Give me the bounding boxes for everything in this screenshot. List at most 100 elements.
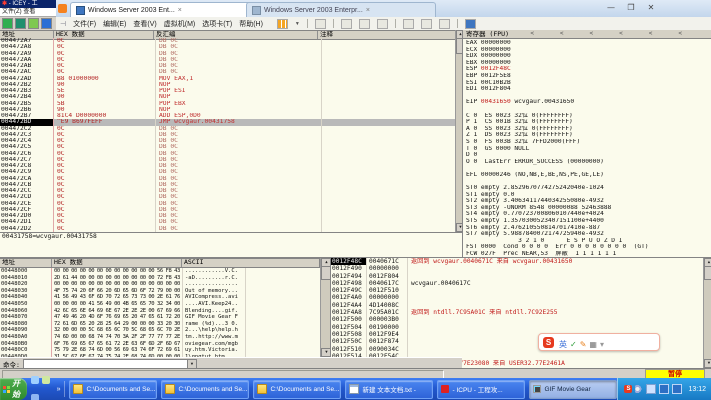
menu-item[interactable]: 编辑(E)	[103, 21, 126, 28]
register-line[interactable]: ST7 empty 5.9887840072174725940e-4932	[466, 231, 711, 238]
taskbar-button[interactable]: GIF Movie Gear	[529, 380, 617, 399]
register-line[interactable]: ESI 00C10B2B	[466, 80, 711, 87]
media-player-icon[interactable]	[31, 394, 39, 400]
register-line[interactable]	[466, 106, 711, 113]
minimize-icon[interactable]: —	[606, 3, 616, 12]
stack-row[interactable]: 0012F4A000000000	[331, 294, 711, 301]
register-line[interactable]	[466, 165, 711, 172]
command-input[interactable]: ▼	[23, 359, 197, 369]
register-line[interactable]: ST6 empty 2.4762105508147017410e-887	[466, 225, 711, 232]
fullscreen-icon[interactable]	[439, 19, 450, 29]
dump-row[interactable]: 004480B06F 76 69 65 67 65 61 72 2E 63 6F…	[0, 341, 320, 348]
stack-row[interactable]: 0012F49000000000	[331, 265, 711, 272]
register-line[interactable]	[466, 93, 711, 100]
dump-row[interactable]: 004480A074 6D 00 00 68 74 74 70 3A 2F 2F…	[0, 334, 320, 341]
stack-scrollbar[interactable]: ▲ ▼	[703, 258, 711, 368]
keyboard-icon[interactable]: ▦	[589, 340, 597, 349]
menu-item[interactable]: 帮助(H)	[239, 21, 263, 28]
stack-row[interactable]: 0012F50400190000	[331, 324, 711, 331]
chevron-down-icon[interactable]: ▼	[187, 360, 196, 368]
taskbar-button[interactable]: - ICPU - 工程攻...	[437, 380, 525, 399]
stack-row[interactable]: 0012F4940012F804	[331, 273, 711, 280]
dump-row[interactable]: 004480304F 75 74 20 6F 66 20 6D 65 6D 6F…	[0, 288, 320, 295]
dump-row[interactable]: 0044804041 56 49 43 6F 6D 70 72 65 73 73…	[0, 294, 320, 301]
network-icon[interactable]	[646, 384, 656, 394]
register-line[interactable]: ECX 00000000	[466, 47, 711, 54]
volume-icon[interactable]	[635, 385, 643, 393]
taskbar-button[interactable]: C:\Documents and Se...	[253, 380, 341, 399]
language-mode-icon[interactable]: 英	[559, 340, 567, 349]
stack-row[interactable]: 0012F4980040617Cwcvgaur.0040617C	[331, 280, 711, 287]
stack-row[interactable]: 0012F500000003B0	[331, 316, 711, 323]
expand-icon[interactable]: ▾	[600, 340, 604, 349]
register-line[interactable]: EDI 0012F804	[466, 86, 711, 93]
sogou-input-bar[interactable]: S 英✓✎▦▾	[538, 333, 660, 351]
check-icon[interactable]: ✓	[570, 340, 577, 349]
vm-tab-2[interactable]: Windows Server 2003 Enterpr... ×	[246, 2, 436, 18]
stack-row[interactable]: 0012F4A87C95A01C返回到 ntdll.7C95A01C 来自 nt…	[331, 309, 711, 316]
restore-icon[interactable]: ❐	[626, 3, 636, 12]
register-line[interactable]: C 0 ES 0023 32位 0(FFFFFFFF)	[466, 113, 711, 120]
dump-row[interactable]: 004480C075 79 2E 68 74 6D 00 56 69 63 74…	[0, 347, 320, 354]
register-line[interactable]: FST 0000 Cond 0 0 0 0 Err 0 0 0 0 0 0 0 …	[466, 244, 711, 251]
register-line[interactable]: EFL 00000246 (NO,NB,E,BE,NS,PE,GE,LE)	[466, 172, 711, 179]
pin-icon[interactable]: ⊣	[60, 20, 66, 28]
register-line[interactable]: S 0 FS 003B 32位 7FFD2000(FFF)	[466, 139, 711, 146]
close-icon[interactable]: ✕	[646, 3, 656, 12]
chevron-down-icon[interactable]: ▼	[295, 21, 300, 27]
disasm-row[interactable]: 004472D20CDB 0C	[0, 226, 455, 232]
register-line[interactable]: O 0 LastErr ERROR_SUCCESS (00000000)	[466, 159, 711, 166]
register-line[interactable]: ST5 empty 1.3570300523407151100e+4400	[466, 218, 711, 225]
register-line[interactable]: D 0	[466, 152, 711, 159]
show-desktop-icon[interactable]	[42, 376, 50, 384]
register-line[interactable]: EIP 00431650 wcvgaur.00431650	[466, 99, 711, 106]
register-line[interactable]: EBP 0012F5E8	[466, 73, 711, 80]
column-header-ascii[interactable]: ASCII	[182, 259, 319, 267]
toolbar-step-icon[interactable]	[28, 18, 39, 29]
scroll-down-icon[interactable]: ▼	[704, 359, 711, 368]
toolbar-open-icon[interactable]	[2, 18, 13, 29]
scroll-thumb[interactable]	[704, 266, 711, 280]
tab-close-icon[interactable]: ×	[178, 7, 182, 14]
register-line[interactable]: EDX 00000000	[466, 53, 711, 60]
register-line[interactable]: ST1 empty 0.0	[466, 192, 711, 199]
background-window-menubar[interactable]: 文件(Z) 查看	[0, 8, 56, 17]
menu-item[interactable]: 选项卡(T)	[202, 21, 232, 28]
register-line[interactable]: ST0 empty 2.8529670774275242040e-1024	[466, 185, 711, 192]
taskbar-clock[interactable]: 13:12	[685, 386, 706, 393]
register-line[interactable]: A 0 SS 0023 32位 0(FFFFFFFF)	[466, 126, 711, 133]
pen-icon[interactable]: ✎	[580, 340, 587, 349]
pause-vm-icon[interactable]	[277, 19, 288, 29]
stack-row[interactable]: 0012F49C0012F510	[331, 287, 711, 294]
quick-launch-more-icon[interactable]: »	[57, 386, 61, 393]
menu-item[interactable]: 文件(F)	[73, 21, 96, 28]
tab-close-icon[interactable]: ×	[366, 7, 370, 14]
manage-snapshots-icon[interactable]	[377, 19, 388, 29]
dump-row[interactable]: 0044805000 00 00 00 41 56 49 00 4B 65 65…	[0, 301, 320, 308]
thumbnail-bar-icon[interactable]	[421, 19, 432, 29]
dump-row[interactable]: 0044809032 00 00 00 5C 68 65 6C 70 5C 68…	[0, 327, 320, 334]
register-line[interactable]: EBX 00000000	[466, 60, 711, 67]
register-line[interactable]: 3 2 1 0 E S P U O Z D I	[466, 238, 711, 245]
stack-row[interactable]: 0012F48C0040671C返回到 wcvgaur.0040671C 来自 …	[331, 258, 711, 265]
register-line[interactable]: ST2 empty 3.4063411744034255080e-4932	[466, 198, 711, 205]
dump-pane[interactable]: 地址 HEX 数据 ASCII 0044800000 00 00 00 00 0…	[0, 258, 320, 357]
dump-row[interactable]: 0044807047 49 46 20 4D 6F 76 69 65 20 47…	[0, 314, 320, 321]
console-view-icon[interactable]	[465, 19, 476, 29]
register-line[interactable]: T 0 GS 0000 NULL	[466, 146, 711, 153]
register-line[interactable]: ST4 empty 0.7707237008060107440e+4024	[466, 211, 711, 218]
internet-explorer-icon[interactable]	[31, 376, 39, 384]
dump-row[interactable]: 0044808072 61 6D 65 20 28 25 64 29 00 00…	[0, 321, 320, 328]
registers-pane[interactable]: 寄存器 (FPU) <<<<<< EAX 00000000ECX 0000000…	[462, 30, 711, 257]
register-line[interactable]	[466, 178, 711, 185]
taskbar-button[interactable]: 新建 文本文档.txt -	[345, 380, 433, 399]
display-settings-icon[interactable]	[659, 384, 669, 394]
register-line[interactable]: EAX 00000000	[466, 40, 711, 47]
toolbar-run-icon[interactable]	[15, 18, 26, 29]
register-line[interactable]: P 1 CS 001B 32位 0(FFFFFFFF)	[466, 119, 711, 126]
sogou-tray-icon[interactable]: S	[624, 385, 632, 393]
revert-snapshot-icon[interactable]	[359, 19, 370, 29]
column-header-address[interactable]: 地址	[0, 259, 52, 267]
column-header-hex[interactable]: HEX 数据	[52, 259, 182, 267]
taskbar-button[interactable]: C:\Documents and Se...	[161, 380, 249, 399]
